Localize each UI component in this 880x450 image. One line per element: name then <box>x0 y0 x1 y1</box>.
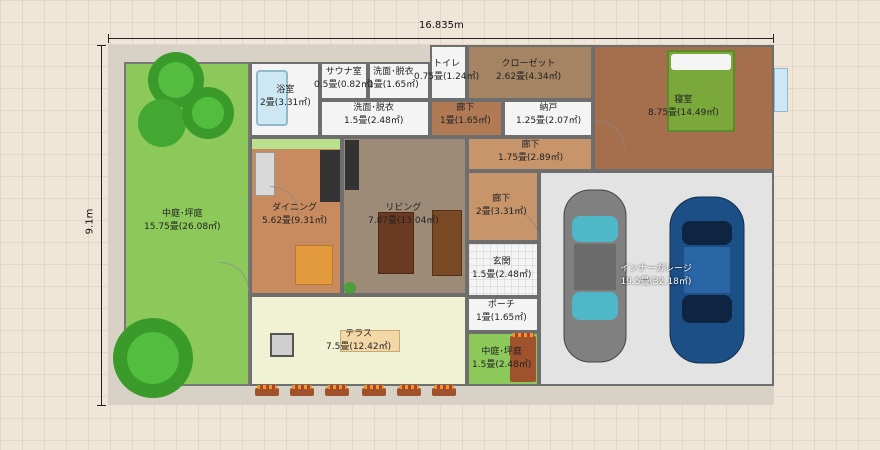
living-area: 7.87畳(13.04㎡) <box>368 216 439 226</box>
garden-left-name: 中庭･坪庭 <box>162 209 203 219</box>
kitchen-counter <box>320 150 340 202</box>
toilet-area: 0.75畳(1.24㎡) <box>414 72 480 82</box>
planter-icon <box>290 385 314 396</box>
dining-label: ダイニング 5.62畳(9.31㎡) <box>262 202 327 228</box>
wash-label: 洗面･脱衣 1.5畳(2.48㎡) <box>344 102 403 128</box>
car-icon <box>563 189 627 363</box>
dining-name: ダイニング <box>272 203 318 213</box>
planter-icon <box>255 385 279 396</box>
width-dimension-line <box>108 38 774 39</box>
hall-lower-area: 2畳(3.31㎡) <box>476 207 527 217</box>
plant-icon <box>344 282 356 294</box>
bay-window <box>774 68 788 112</box>
planter-icon <box>397 385 421 396</box>
garden-small-name: 中庭･坪庭 <box>481 347 522 357</box>
hall-small-label: 廊下 1畳(1.65㎡) <box>440 102 491 128</box>
closet-label: クローゼット 2.62畳(4.34㎡) <box>496 58 561 84</box>
hall-mid-area: 1.75畳(2.89㎡) <box>498 153 564 163</box>
terrace-label: テラス 7.5畳(12.42㎡) <box>326 328 391 354</box>
planter-icon <box>325 385 349 396</box>
terrace-name: テラス <box>345 329 372 339</box>
wash-top-name: 洗面･脱衣 <box>373 67 414 77</box>
garage-area: 19.5畳(32.18㎡) <box>620 277 692 287</box>
hall-lower-name: 廊下 <box>492 194 511 204</box>
storage-label: 納戸 1.25畳(2.07㎡) <box>516 102 581 128</box>
garage-name: インナーガレージ <box>620 264 692 274</box>
width-dimension-tick-left <box>108 34 109 43</box>
planter-icon <box>362 385 386 396</box>
tv-icon <box>345 140 359 190</box>
bedroom-name: 寝室 <box>674 95 693 105</box>
wash-top-area: 1畳(1.65㎡) <box>368 80 419 90</box>
entrance-area: 1.5畳(2.48㎡) <box>472 270 532 280</box>
hall-small-area: 1畳(1.65㎡) <box>440 116 491 126</box>
bath-name: 浴室 <box>276 85 295 95</box>
bedroom-area: 8.75畳(14.49㎡) <box>648 108 719 118</box>
wash-name: 洗面･脱衣 <box>353 103 394 113</box>
bath-label: 浴室 2畳(3.31㎡) <box>260 84 311 110</box>
garden-small-area: 1.5畳(2.48㎡) <box>472 360 532 370</box>
hall-mid-label: 廊下 1.75畳(2.89㎡) <box>498 139 563 165</box>
closet-name: クローゼット <box>501 59 556 69</box>
hall-small-name: 廊下 <box>456 103 475 113</box>
dining-area: 5.62畳(9.31㎡) <box>262 216 328 226</box>
tree-icon <box>138 52 234 147</box>
counter-green <box>252 139 340 149</box>
height-dimension-line <box>101 45 102 406</box>
hall-lower-label: 廊下 2畳(3.31㎡) <box>476 193 527 219</box>
garage-label: インナーガレージ 19.5畳(32.18㎡) <box>620 263 692 289</box>
toilet-label: トイレ 0.75畳(1.24㎡) <box>414 58 479 84</box>
entrance-name: 玄関 <box>492 257 511 267</box>
porch-area: 1畳(1.65㎡) <box>476 313 527 323</box>
porch-name: ポーチ <box>487 300 515 310</box>
wash-area: 1.5畳(2.48㎡) <box>344 116 404 126</box>
sauna-name: サウナ室 <box>325 67 362 77</box>
garden-left-label: 中庭･坪庭 15.75畳(26.08㎡) <box>144 208 221 234</box>
wash-top-label: 洗面･脱衣 1畳(1.65㎡) <box>368 66 419 92</box>
garden-left-area: 15.75畳(26.08㎡) <box>144 222 221 232</box>
storage-area: 1.25畳(2.07㎡) <box>516 116 582 126</box>
height-dimension-tick-bottom <box>97 405 106 406</box>
storage-name: 納戸 <box>539 103 558 113</box>
closet-area: 2.62畳(4.34㎡) <box>496 72 562 82</box>
hall-mid-name: 廊下 <box>521 140 540 150</box>
bbq-grill-icon <box>270 333 294 357</box>
terrace-area: 7.5畳(12.42㎡) <box>326 342 392 352</box>
bath-area: 2畳(3.31㎡) <box>260 98 311 108</box>
garden-small-label: 中庭･坪庭 1.5畳(2.48㎡) <box>472 346 531 372</box>
living-name: リビング <box>385 203 422 213</box>
height-dimension-tick-top <box>97 45 106 46</box>
toilet-name: トイレ <box>433 59 461 69</box>
width-dimension-label: 16.835m <box>419 20 464 31</box>
entrance-label: 玄関 1.5畳(2.48㎡) <box>472 256 531 282</box>
bedroom-label: 寝室 8.75畳(14.49㎡) <box>648 94 719 120</box>
sauna-label: サウナ室 0.5畳(0.82㎡) <box>314 66 373 92</box>
bed-pillows <box>671 54 731 70</box>
sauna-area: 0.5畳(0.82㎡) <box>314 80 374 90</box>
tree-icon <box>113 318 193 398</box>
height-dimension-label: 9.1m <box>84 208 96 235</box>
porch-label: ポーチ 1畳(1.65㎡) <box>476 299 527 325</box>
living-label: リビング 7.87畳(13.04㎡) <box>368 202 439 228</box>
width-dimension-tick-right <box>773 34 774 43</box>
dining-table-icon <box>295 245 333 285</box>
planter-icon <box>432 385 456 396</box>
